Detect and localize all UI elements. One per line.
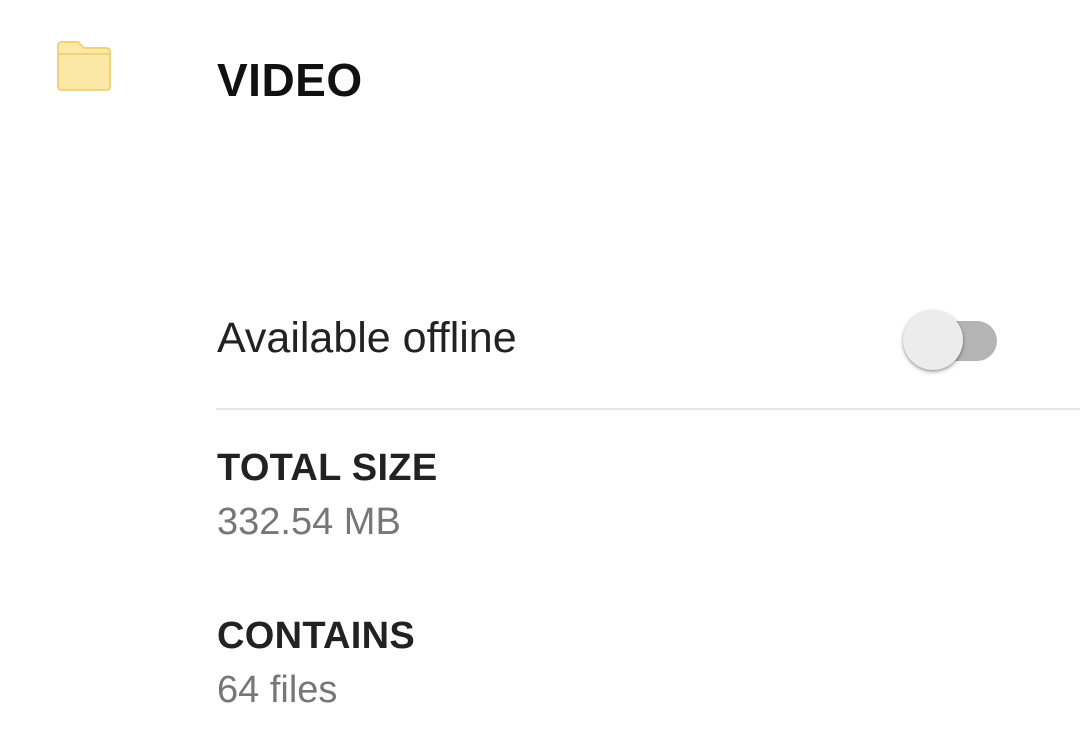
contains-section: CONTAINS 64 files: [217, 612, 415, 714]
available-offline-row[interactable]: Available offline: [217, 300, 1080, 376]
contains-heading: CONTAINS: [217, 615, 416, 657]
contains-value: 64 files: [217, 669, 338, 711]
folder-details-page: VIDEO Available offline TOTAL SIZE 332.5…: [0, 0, 1080, 741]
available-offline-label: Available offline: [217, 314, 517, 362]
toggle-thumb: [903, 310, 963, 370]
folder-title: VIDEO: [217, 54, 363, 106]
total-size-section: TOTAL SIZE 332.54 MB: [217, 444, 437, 546]
available-offline-toggle[interactable]: [903, 306, 999, 370]
folder-icon: [57, 41, 111, 91]
total-size-value: 332.54 MB: [217, 501, 401, 543]
total-size-heading: TOTAL SIZE: [217, 447, 438, 489]
divider: [216, 408, 1080, 410]
